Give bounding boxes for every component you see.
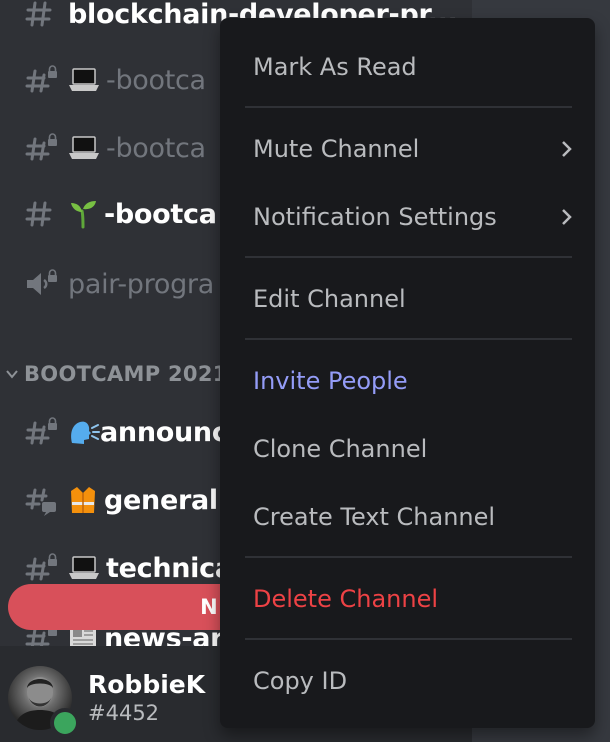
category-label: BOOTCAMP 2021 — [24, 362, 228, 386]
text-channel-thread-icon — [24, 484, 68, 516]
text-channel-icon — [24, 199, 68, 229]
speaking-head-icon — [68, 417, 100, 447]
menu-separator — [245, 106, 572, 108]
text-channel-icon — [24, 0, 68, 29]
menu-item-label: Create Text Channel — [253, 503, 496, 531]
menu-item-label: Mute Channel — [253, 135, 420, 163]
channel-name: -bootca — [106, 64, 206, 96]
menu-item-label: Edit Channel — [253, 285, 406, 313]
menu-item-label: Copy ID — [253, 667, 348, 695]
menu-separator — [245, 338, 572, 340]
safety-vest-icon — [68, 485, 98, 515]
menu-item-label: Clone Channel — [253, 435, 428, 463]
locked-voice-channel-icon — [24, 269, 68, 299]
channel-bootcamp-3[interactable]: -bootca — [24, 194, 217, 234]
invite-people-item[interactable]: Invite People — [253, 356, 573, 406]
menu-item-label: Mark As Read — [253, 53, 417, 81]
channel-name: technica — [106, 552, 233, 584]
chevron-down-icon — [0, 369, 24, 379]
channel-announcements[interactable]: announc — [24, 412, 228, 452]
menu-separator — [245, 638, 572, 640]
menu-separator — [245, 556, 572, 558]
locked-text-channel-icon — [24, 65, 68, 95]
channel-name: -bootca — [106, 132, 206, 164]
edit-channel-item[interactable]: Edit Channel — [253, 274, 573, 324]
menu-item-label: Invite People — [253, 367, 408, 395]
channel-bootcamp-2[interactable]: -bootca — [24, 128, 206, 168]
delete-channel-item[interactable]: Delete Channel — [253, 574, 573, 624]
category-bootcamp-2021[interactable]: BOOTCAMP 2021 — [0, 356, 228, 392]
locked-text-channel-icon — [24, 553, 68, 583]
locked-text-channel-icon — [24, 417, 68, 447]
laptop-icon — [68, 67, 100, 93]
username: RobbieK — [88, 670, 206, 699]
channel-technical[interactable]: technica — [24, 548, 233, 588]
user-discriminator: #4452 — [88, 701, 160, 725]
channel-general[interactable]: general — [24, 480, 218, 520]
create-text-channel-item[interactable]: Create Text Channel — [253, 492, 573, 542]
laptop-icon — [68, 555, 100, 581]
chevron-right-icon — [561, 208, 573, 226]
chevron-right-icon — [561, 140, 573, 158]
channel-pair-programming[interactable]: pair-progra — [24, 264, 214, 304]
mark-as-read-item[interactable]: Mark As Read — [253, 42, 573, 92]
menu-item-label: Notification Settings — [253, 203, 497, 231]
menu-item-label: Delete Channel — [253, 585, 439, 613]
menu-separator — [245, 256, 572, 258]
clone-channel-item[interactable]: Clone Channel — [253, 424, 573, 474]
channel-bootcamp-1[interactable]: -bootca — [24, 60, 206, 100]
channel-name: announc — [100, 416, 228, 448]
copy-id-item[interactable]: Copy ID — [253, 656, 573, 706]
notification-settings-item[interactable]: Notification Settings — [253, 192, 573, 242]
channel-name: general — [104, 484, 218, 516]
online-status-icon — [50, 708, 80, 738]
seedling-icon — [68, 199, 98, 229]
locked-text-channel-icon — [24, 133, 68, 163]
channel-name: -bootca — [104, 198, 217, 230]
channel-context-menu: Mark As Read Mute Channel Notification S… — [220, 18, 595, 728]
channel-name: pair-progra — [68, 268, 214, 300]
mute-channel-item[interactable]: Mute Channel — [253, 124, 573, 174]
laptop-icon — [68, 135, 100, 161]
